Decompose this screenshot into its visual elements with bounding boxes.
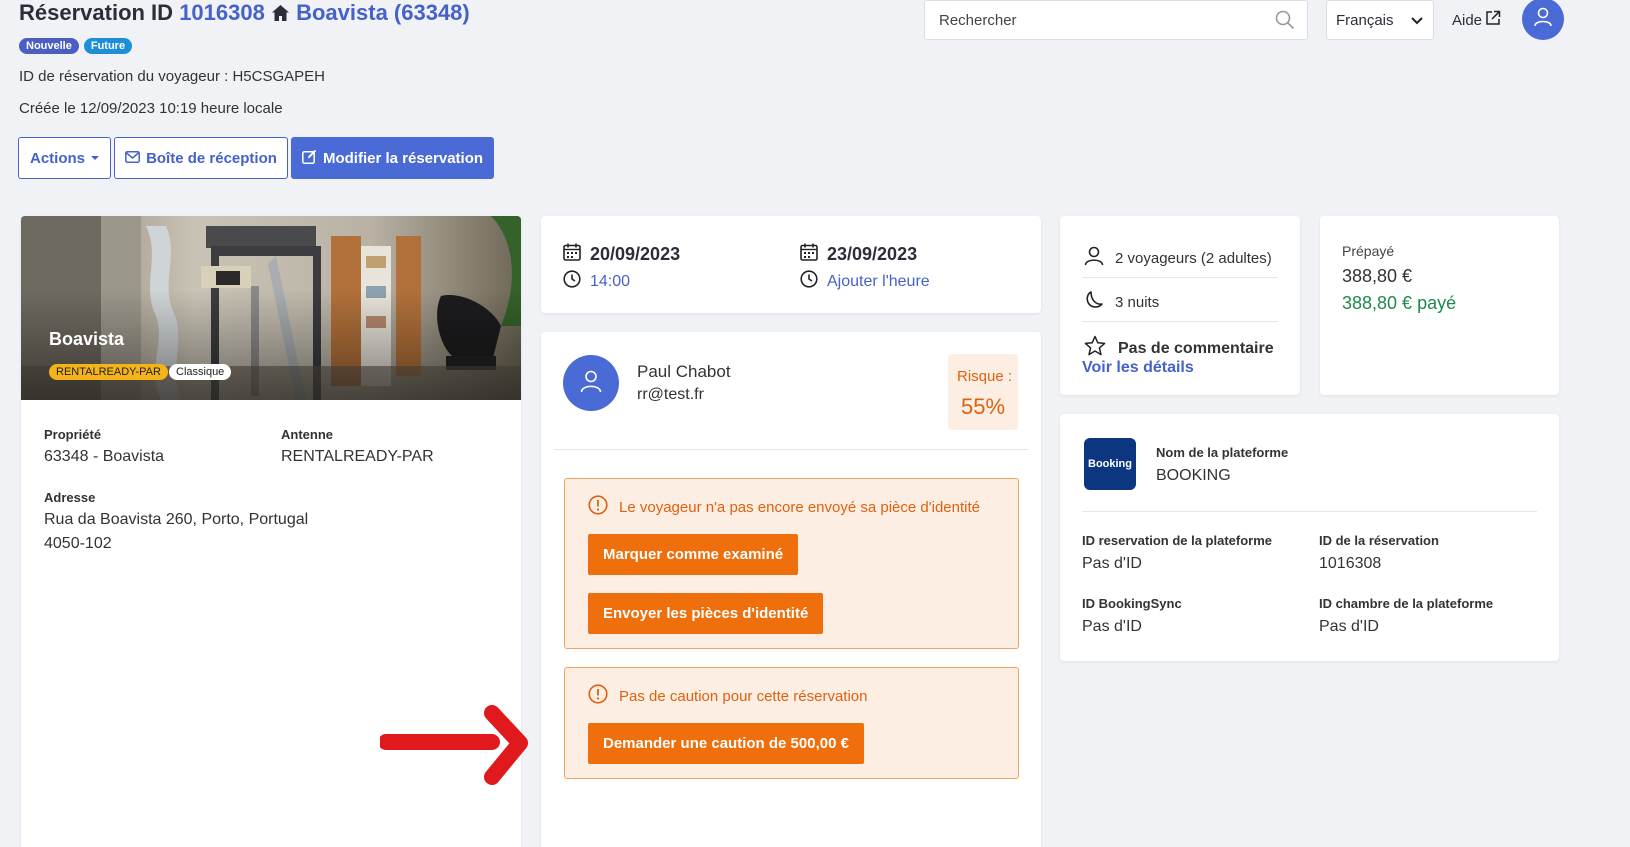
caret-down-icon	[91, 156, 99, 160]
edit-reservation-button[interactable]: Modifier la réservation	[291, 137, 494, 179]
divider	[1082, 277, 1278, 278]
guest-avatar	[563, 355, 619, 411]
risk-label: Risque :	[957, 368, 1013, 385]
branch-label: Antenne	[281, 427, 333, 442]
guest-card: Paul Chabot rr@test.fr Risque : 55% Le v…	[541, 332, 1041, 847]
help-link[interactable]: Aide	[1452, 10, 1501, 30]
property-value-link[interactable]: 63348 - Boavista	[44, 448, 164, 466]
page-title: Réservation ID 1016308 Boavista (63348)	[19, 0, 470, 25]
user-icon	[1084, 246, 1104, 270]
address-line2: 4050-102	[44, 535, 112, 552]
user-icon	[1533, 7, 1553, 32]
mark-reviewed-button[interactable]: Marquer comme examiné	[588, 534, 799, 575]
divider	[554, 449, 1028, 450]
moon-icon	[1084, 290, 1104, 314]
reservation-id-link[interactable]: 1016308	[179, 0, 265, 25]
risk-value: 55%	[961, 394, 1006, 419]
request-deposit-button[interactable]: Demander une caution de 500,00 €	[588, 723, 864, 764]
prepaid-amount: 388,80 €	[1342, 266, 1413, 286]
annotation-arrow-icon	[378, 705, 530, 795]
deposit-alert-box: Pas de caution pour cette réservation De…	[564, 667, 1019, 779]
user-icon	[579, 369, 603, 398]
badge-future: Future	[83, 38, 133, 54]
user-avatar[interactable]	[1522, 0, 1564, 40]
payment-card: Prépayé 388,80 € 388,80 € payé	[1320, 216, 1559, 395]
star-icon	[1084, 335, 1106, 362]
paid-amount: 388,80 € payé	[1342, 293, 1457, 313]
guests-count: 2 voyageurs (2 adultes)	[1084, 246, 1272, 270]
stay-card: 2 voyageurs (2 adultes) 3 nuits Pas de c…	[1060, 216, 1300, 395]
room-id-value: Pas d'ID	[1319, 618, 1379, 635]
property-label: Propriété	[44, 427, 102, 442]
deposit-warning: Pas de caution pour cette réservation	[588, 684, 867, 708]
send-ids-button[interactable]: Envoyer les pièces d'identité	[588, 593, 824, 634]
envelope-icon	[125, 150, 141, 167]
booking-logo: Booking	[1084, 438, 1136, 490]
actions-button[interactable]: Actions	[18, 137, 111, 179]
id-alert-box: Le voyageur n'a pas encore envoyé sa piè…	[564, 478, 1019, 649]
checkin-time[interactable]: 14:00	[563, 270, 630, 293]
guest-reservation-id: ID de réservation du voyageur : H5CSGAPE…	[19, 68, 325, 85]
language-select[interactable]: Français	[1326, 0, 1434, 40]
platform-card: Booking Nom de la plateforme BOOKING ID …	[1060, 414, 1559, 661]
dates-card: 20/09/2023 14:00 23/09/2023 Ajouter l'he…	[541, 216, 1041, 313]
add-checkout-time-link[interactable]: Ajouter l'heure	[800, 270, 930, 293]
divider	[1082, 511, 1537, 512]
tag-branch: RENTALREADY-PAR	[49, 364, 168, 380]
guest-email: rr@test.fr	[637, 386, 704, 403]
platform-res-id-value: Pas d'ID	[1082, 555, 1142, 572]
property-link[interactable]: Boavista (63348)	[296, 0, 470, 25]
checkout-date: 23/09/2023	[800, 243, 917, 266]
platform-name-value: BOOKING	[1156, 467, 1231, 484]
clock-icon	[800, 270, 818, 293]
risk-panel: Risque : 55%	[948, 354, 1018, 430]
prepaid-label: Prépayé	[1342, 243, 1395, 259]
external-link-icon	[1485, 10, 1501, 30]
bookingsync-id-value: Pas d'ID	[1082, 618, 1142, 635]
home-icon	[271, 2, 290, 21]
search-input[interactable]	[939, 12, 1259, 29]
tag-category: Classique	[169, 364, 232, 380]
warning-circle-icon	[588, 495, 608, 519]
checkin-date: 20/09/2023	[563, 243, 680, 266]
search-box[interactable]	[924, 0, 1308, 40]
comment-status: Pas de commentaire	[1084, 335, 1274, 362]
platform-name-label: Nom de la plateforme	[1156, 445, 1289, 460]
search-icon[interactable]	[1275, 10, 1295, 35]
calendar-icon	[800, 243, 818, 266]
clock-icon	[563, 270, 581, 293]
res-id-value: 1016308	[1319, 555, 1382, 572]
address-line1: Rua da Boavista 260, Porto, Portugal	[44, 511, 309, 528]
room-id-label: ID chambre de la plateforme	[1319, 596, 1494, 611]
edit-icon	[302, 149, 317, 168]
property-name: Boavista	[49, 329, 125, 349]
res-id-label: ID de la réservation	[1319, 533, 1439, 548]
chevron-down-icon	[1411, 12, 1423, 29]
view-details-link[interactable]: Voir les détails	[1082, 359, 1194, 377]
id-warning: Le voyageur n'a pas encore envoyé sa piè…	[588, 495, 980, 519]
badge-new: Nouvelle	[19, 38, 79, 54]
nights-count: 3 nuits	[1084, 290, 1159, 314]
guest-name: Paul Chabot	[637, 362, 731, 381]
platform-res-id-label: ID reservation de la plateforme	[1082, 533, 1273, 548]
status-badges: Nouvelle Future	[19, 38, 133, 54]
divider	[1082, 321, 1278, 322]
branch-value: RENTALREADY-PAR	[281, 448, 434, 465]
bookingsync-id-label: ID BookingSync	[1082, 596, 1182, 611]
address-label: Adresse	[44, 490, 96, 505]
inbox-button[interactable]: Boîte de réception	[114, 137, 288, 179]
created-date: Créée le 12/09/2023 10:19 heure locale	[19, 100, 283, 117]
calendar-icon	[563, 243, 581, 266]
warning-circle-icon	[588, 684, 608, 708]
